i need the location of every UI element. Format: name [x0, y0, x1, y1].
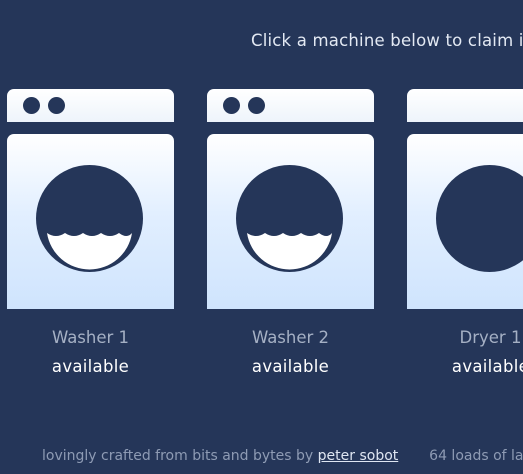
laundry-page: Click a machine below to claim it Washer…: [0, 0, 523, 474]
machine-dryer-1[interactable]: Dryer 1 available: [407, 89, 523, 389]
machine-name: Washer 1: [51, 328, 130, 347]
control-panel: [407, 89, 523, 122]
knob-icon: [23, 97, 40, 114]
machine-body: [407, 134, 523, 309]
knob-icon: [48, 97, 65, 114]
machine-status: available: [451, 357, 523, 376]
machine-washer-2[interactable]: Washer 2 available: [207, 89, 374, 389]
instruction-text: Click a machine below to claim it: [251, 31, 523, 50]
knob-icon: [248, 97, 265, 114]
footer: lovingly crafted from bits and bytes by …: [42, 448, 523, 464]
control-panel: [207, 89, 374, 122]
machine-status: available: [251, 357, 330, 376]
machine-washer-1[interactable]: Washer 1 available: [7, 89, 174, 389]
credit-text: lovingly crafted from bits and bytes by: [42, 448, 314, 464]
machine-body: [207, 134, 374, 309]
control-panel: [7, 89, 174, 122]
knob-icon: [223, 97, 240, 114]
dryer-drum-icon: [436, 165, 523, 272]
washer-drum-icon: [36, 165, 143, 272]
loads-count-text: 64 loads of laundry: [429, 448, 523, 464]
washer-drum-icon: [236, 165, 343, 272]
author-link[interactable]: peter sobot: [318, 448, 399, 464]
machine-status: available: [51, 357, 130, 376]
machine-name: Dryer 1: [459, 328, 522, 347]
machine-name: Washer 2: [251, 328, 330, 347]
machine-body: [7, 134, 174, 309]
